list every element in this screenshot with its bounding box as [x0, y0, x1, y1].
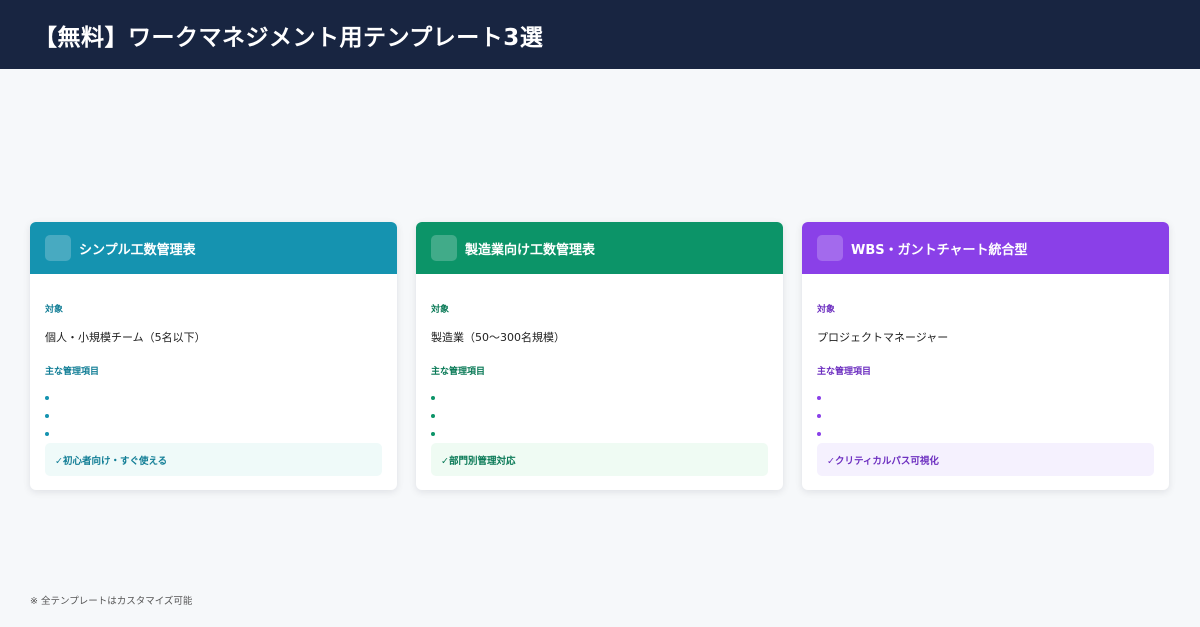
feature-badge: ✓部門別管理対応 — [431, 443, 768, 476]
page-header: 【無料】ワークマネジメント用テンプレート3選 — [0, 0, 1200, 69]
items-list — [431, 389, 768, 443]
items-label: 主な管理項目 — [817, 367, 872, 377]
page-title: 【無料】ワークマネジメント用テンプレート3選 — [34, 24, 544, 51]
bullet-icon — [817, 414, 821, 418]
bullet-icon — [817, 432, 821, 436]
bullet-icon — [45, 432, 49, 436]
list-item — [45, 389, 382, 407]
list-item — [817, 407, 1154, 425]
card-title: 製造業向け工数管理表 — [465, 242, 596, 258]
feature-badge: ✓クリティカルパス可視化 — [817, 443, 1154, 476]
target-value: 個人・小規模チーム（5名以下） — [45, 331, 206, 344]
bullet-icon — [45, 414, 49, 418]
feature-badge: ✓初心者向け・すぐ使える — [45, 443, 382, 476]
template-card-simple[interactable]: シンプル工数管理表 対象 個人・小規模チーム（5名以下） 主な管理項目 ✓初心者… — [30, 222, 397, 490]
bullet-icon — [431, 396, 435, 400]
card-title: シンプル工数管理表 — [79, 242, 196, 258]
template-icon — [431, 235, 457, 261]
target-label: 対象 — [817, 305, 836, 315]
list-item — [817, 389, 1154, 407]
list-item — [431, 425, 768, 443]
template-icon — [45, 235, 71, 261]
list-item — [431, 389, 768, 407]
list-item — [431, 407, 768, 425]
card-header: 製造業向け工数管理表 — [416, 222, 783, 274]
bullet-icon — [817, 396, 821, 400]
bullet-icon — [45, 396, 49, 400]
target-value: 製造業（50〜300名規模） — [431, 331, 565, 344]
template-card-wbs-gantt[interactable]: WBS・ガントチャート統合型 対象 プロジェクトマネージャー 主な管理項目 ✓ク… — [802, 222, 1169, 490]
card-title: WBS・ガントチャート統合型 — [851, 242, 1028, 258]
card-header: WBS・ガントチャート統合型 — [802, 222, 1169, 274]
target-label: 対象 — [45, 305, 64, 315]
items-list — [45, 389, 382, 443]
card-header: シンプル工数管理表 — [30, 222, 397, 274]
list-item — [45, 407, 382, 425]
list-item — [817, 425, 1154, 443]
footer-note: ※ 全テンプレートはカスタマイズ可能 — [30, 596, 193, 607]
items-list — [817, 389, 1154, 443]
target-value: プロジェクトマネージャー — [817, 331, 949, 344]
template-card-manufacturing[interactable]: 製造業向け工数管理表 対象 製造業（50〜300名規模） 主な管理項目 ✓部門別… — [416, 222, 783, 490]
template-icon — [817, 235, 843, 261]
template-cards: シンプル工数管理表 対象 個人・小規模チーム（5名以下） 主な管理項目 ✓初心者… — [30, 222, 1169, 490]
list-item — [45, 425, 382, 443]
items-label: 主な管理項目 — [431, 367, 486, 377]
target-label: 対象 — [431, 305, 450, 315]
bullet-icon — [431, 414, 435, 418]
bullet-icon — [431, 432, 435, 436]
items-label: 主な管理項目 — [45, 367, 100, 377]
